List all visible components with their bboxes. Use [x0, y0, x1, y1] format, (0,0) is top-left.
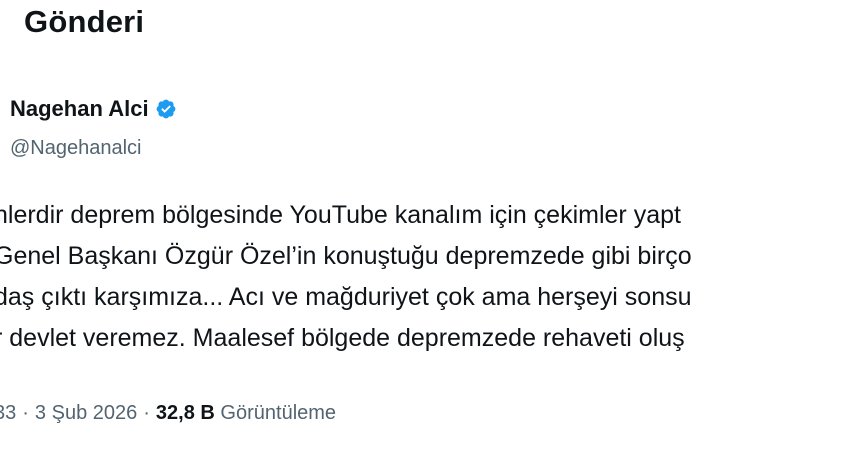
meta-separator: ·: [143, 402, 150, 424]
tweet-line: daş çıktı karşımıza... Acı ve mağduriyet…: [0, 283, 692, 311]
verified-badge-icon: [155, 98, 177, 120]
views-label: Görüntüleme: [220, 402, 337, 424]
tweet-meta: 33·3 Şub 2026·32,8 B Görüntüleme: [0, 402, 336, 425]
tweet-text: nlerdir deprem bölgesinde YouTube kanalı…: [0, 195, 868, 359]
tweet-line: r devlet veremez. Maalesef bölgede depre…: [0, 324, 685, 352]
views-count: 32,8 B: [155, 402, 215, 424]
author-handle[interactable]: @Nagehanalci: [10, 137, 142, 160]
tweet-line: Genel Başkanı Özgür Özel’in konuştuğu de…: [0, 242, 692, 270]
page-title: Gönderi: [24, 4, 145, 39]
author-row[interactable]: Nagehan Alci: [10, 96, 177, 122]
author-name[interactable]: Nagehan Alci: [10, 96, 149, 122]
tweet-time[interactable]: 33: [0, 402, 16, 424]
meta-separator: ·: [22, 402, 29, 424]
tweet-date[interactable]: 3 Şub 2026: [35, 402, 137, 424]
tweet-line: nlerdir deprem bölgesinde YouTube kanalı…: [0, 201, 681, 229]
